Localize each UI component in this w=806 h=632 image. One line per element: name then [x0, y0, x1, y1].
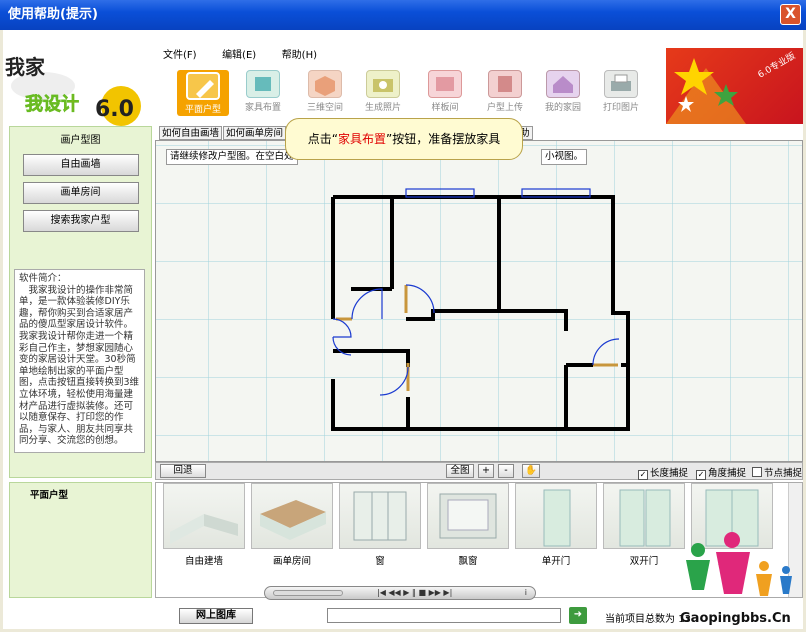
window-title: 使用帮助(提示)	[8, 7, 98, 22]
search-go-button[interactable]: ➜	[569, 607, 587, 624]
software-intro: 软件简介： 我家我设计的操作非常简单，是一款体验装修DIY乐趣，帮你购买到合适家…	[14, 269, 145, 453]
watermark-figures	[686, 532, 792, 596]
canvas-toolbar: 回退 全图 + - ✋ ✓ 长度捕捉 ✓ 角度捕捉 节点捕捉	[155, 462, 803, 480]
node-snap-check-icon	[752, 467, 762, 477]
tool-photo[interactable]: 生成照片	[357, 70, 409, 113]
tool-floorplan[interactable]: 平面户型	[177, 70, 229, 116]
zoom-in-icon: +	[482, 465, 490, 476]
undo-button[interactable]: 回退	[160, 464, 206, 478]
camera-icon	[366, 70, 400, 98]
item-single-room[interactable]: 画单房间	[250, 483, 334, 567]
menu-bar: 文件(F) 编辑(E) 帮助(H)	[163, 46, 339, 64]
promo-banner[interactable]: 6.0专业版	[666, 48, 803, 124]
category-title[interactable]: 平面户型	[30, 487, 151, 501]
category-panel: 平面户型	[9, 482, 152, 598]
fit-all-button[interactable]: 全图	[446, 464, 474, 478]
close-button[interactable]: X	[780, 4, 801, 25]
search-go-icon: ➜	[573, 609, 583, 620]
pan-button[interactable]: ✋	[522, 464, 540, 478]
tool-furniture[interactable]: 家具布置	[237, 70, 289, 113]
home-icon	[546, 70, 580, 98]
site-watermark: Gaopingbbs.Cn	[672, 530, 806, 630]
sample-room-icon	[428, 70, 462, 98]
floorplan-icon	[186, 72, 220, 100]
search-input[interactable]	[327, 608, 561, 623]
tool-print[interactable]: 打印图片	[595, 70, 647, 113]
angle-snap-checkbox[interactable]: ✓ 角度捕捉	[696, 465, 746, 480]
left-panel: 画户型图 自由画墙 画单房间 搜索我家户型 软件简介： 我家我设计的操作非常简单…	[9, 126, 152, 478]
tool-upload[interactable]: 户型上传	[479, 70, 531, 113]
player-info-icon[interactable]: i	[525, 587, 527, 599]
count-label: 当前项目总数为	[605, 614, 675, 625]
angle-snap-check-icon: ✓	[696, 470, 706, 480]
canvas-hint: 请继续修改户型图。在空白处	[166, 149, 298, 165]
furniture-icon	[246, 70, 280, 98]
window-thumb	[339, 483, 421, 549]
length-snap-checkbox[interactable]: ✓ 长度捕捉	[638, 465, 688, 480]
item-bay-window[interactable]: 飘窗	[426, 483, 510, 567]
logo-line1: 我家	[5, 55, 46, 79]
player-controls[interactable]: |◀ ◀◀ ▶ ‖ ■ ▶▶ ▶|	[377, 587, 452, 599]
search-floorplan-button[interactable]: 搜索我家户型	[22, 210, 139, 232]
logo-line2: 我设计	[25, 93, 79, 115]
banner-graphic: 6.0专业版	[666, 50, 798, 124]
intro-text: 软件简介： 我家我设计的操作非常简单，是一款体验装修DIY乐趣，帮你购买到合适家…	[19, 273, 140, 447]
watermark-site: Gaopingbbs.Cn	[680, 611, 791, 626]
single-door-thumb	[515, 483, 597, 549]
menu-edit[interactable]: 编辑(E)	[222, 50, 256, 61]
online-library-button[interactable]: 网上图库	[179, 608, 253, 624]
hand-icon: ✋	[525, 465, 537, 476]
single-room-thumb	[251, 483, 333, 549]
length-snap-check-icon: ✓	[638, 470, 648, 480]
item-window[interactable]: 窗	[338, 483, 422, 567]
printer-icon	[604, 70, 638, 98]
tooltip-suffix: ”按钮，准备摆放家具	[386, 132, 501, 146]
media-player-bar[interactable]: |◀ ◀◀ ▶ ‖ ■ ▶▶ ▶| i	[264, 586, 536, 600]
zoom-in-button[interactable]: +	[478, 464, 494, 478]
floorplan-drawing	[156, 141, 802, 461]
player-progress[interactable]	[273, 590, 343, 596]
item-free-wall[interactable]: 自由建墙	[162, 483, 246, 567]
upload-icon	[488, 70, 522, 98]
tab-draw-single-room[interactable]: 如何画单房间	[223, 126, 287, 140]
help-tooltip: 点击“家具布置”按钮，准备摆放家具	[285, 118, 523, 160]
tool-3d-space[interactable]: 三维空间	[299, 70, 351, 113]
tool-sample-room[interactable]: 样板间	[419, 70, 471, 113]
window-titlebar: 使用帮助(提示) X	[0, 0, 806, 30]
free-draw-wall-button[interactable]: 自由画墙	[22, 154, 139, 176]
3d-space-icon	[308, 70, 342, 98]
tooltip-highlight: 家具布置	[337, 132, 386, 146]
free-wall-thumb	[163, 483, 245, 549]
zoom-out-button[interactable]: -	[498, 464, 514, 478]
draw-single-room-button[interactable]: 画单房间	[22, 182, 139, 204]
menu-help[interactable]: 帮助(H)	[282, 50, 317, 61]
node-snap-checkbox[interactable]: 节点捕捉	[752, 465, 802, 479]
item-single-door[interactable]: 单开门	[514, 483, 598, 567]
panel-title: 画户型图	[60, 135, 101, 146]
banner-text: 6.0专业版	[756, 50, 798, 81]
zoom-out-icon: -	[504, 465, 508, 476]
canvas-hint-tail: 小视图。	[541, 149, 588, 165]
tab-free-draw-wall[interactable]: 如何自由画墙	[159, 126, 223, 140]
tool-my-home[interactable]: 我的家园	[537, 70, 589, 113]
tooltip-prefix: 点击“	[307, 132, 338, 146]
menu-file[interactable]: 文件(F)	[163, 50, 197, 61]
floorplan-canvas[interactable]: 请继续修改户型图。在空白处 小视图。	[155, 140, 803, 462]
bay-window-thumb	[427, 483, 509, 549]
logo-version: 6.0	[95, 97, 134, 122]
